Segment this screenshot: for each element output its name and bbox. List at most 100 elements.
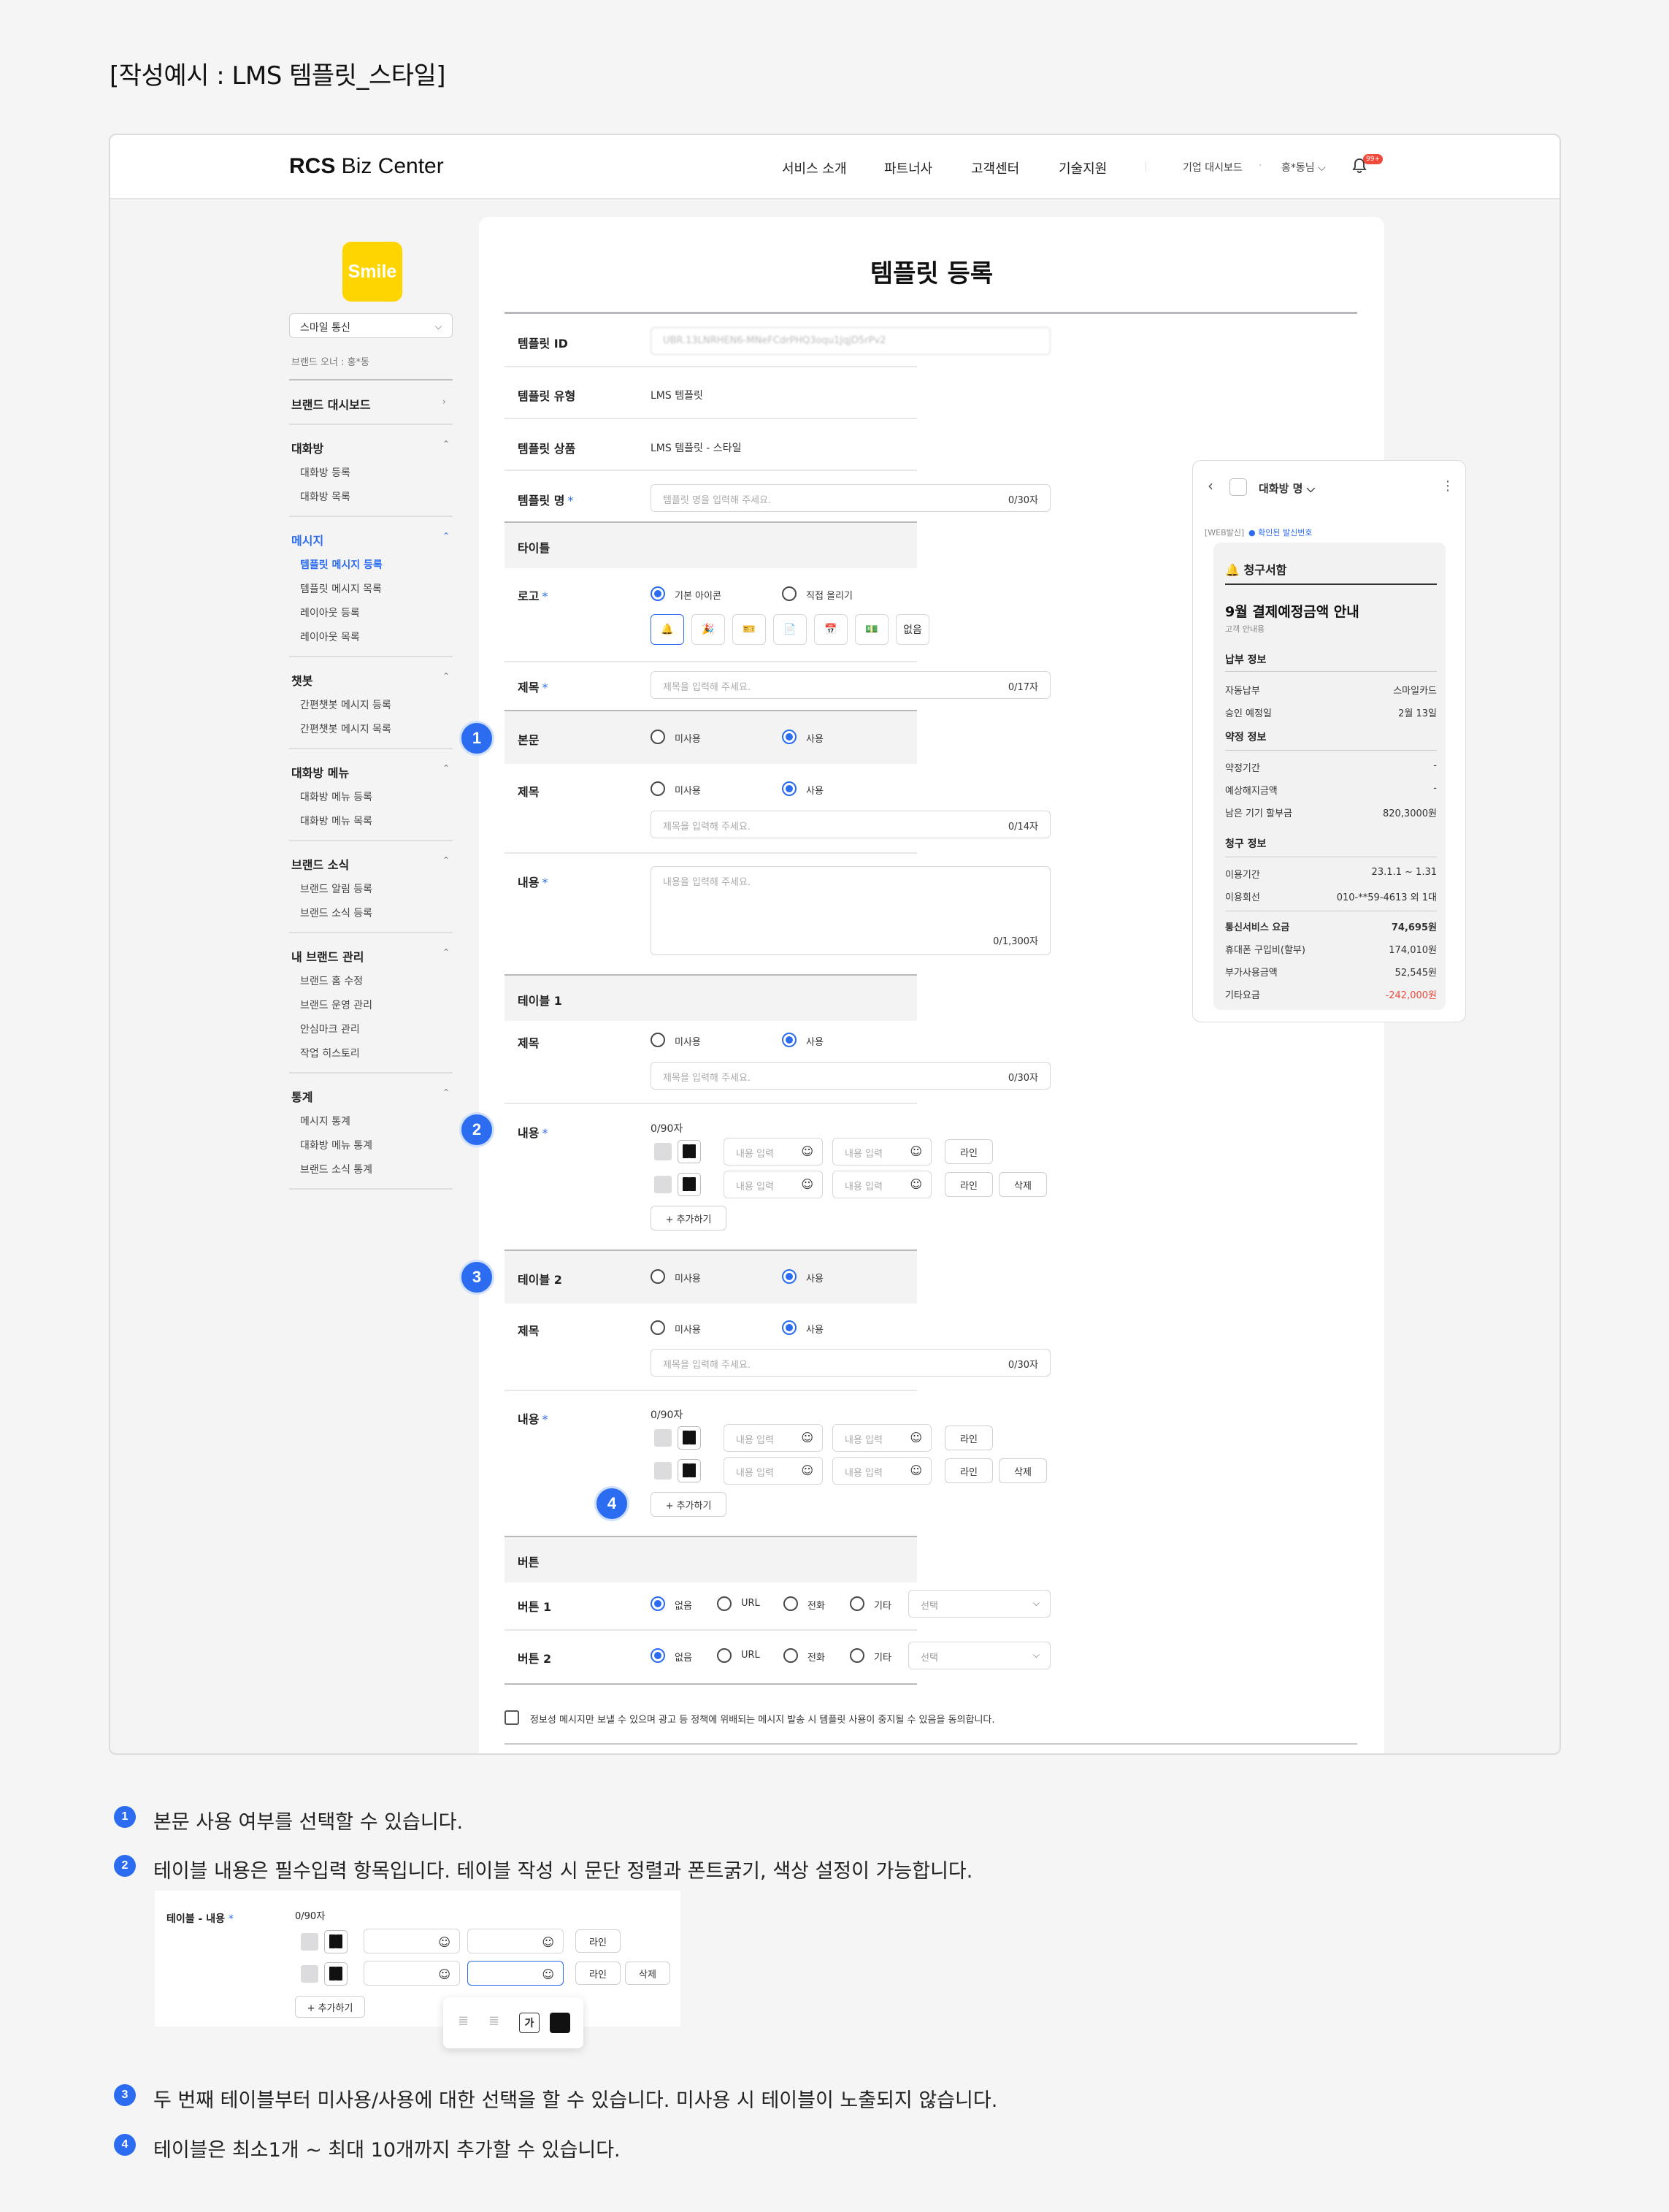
emoji-icon[interactable]: ☺ [801,1431,813,1444]
emoji-icon[interactable]: ☺ [801,1463,813,1477]
table1-subject-unused-radio[interactable] [651,1033,665,1047]
chevron-up-icon[interactable]: ⌃ [442,671,450,681]
agree-checkbox[interactable] [504,1710,519,1725]
money-icon[interactable]: 💵 [855,614,889,645]
cell-input[interactable]: 내용 입력 ☺ [832,1457,932,1485]
emoji-icon[interactable]: ☺ [910,1463,922,1477]
cell-input-focused[interactable]: ☺ [467,1961,564,1986]
sidebar-item[interactable]: 대화방 메뉴 등록 [300,789,372,804]
body-subject-used-radio[interactable] [782,781,797,796]
cell-color-swatch[interactable] [301,1965,318,1983]
room-name[interactable]: 대화방 명 ⌵ [1259,481,1315,496]
sidebar-group-chatbot[interactable]: 챗봇 [291,671,312,689]
sidebar-item[interactable]: 대화방 등록 [300,465,350,480]
cell-input[interactable]: ☺ [364,1961,460,1986]
delete-row-button[interactable]: 삭제 [999,1172,1047,1197]
emoji-icon[interactable]: ☺ [801,1177,813,1191]
brand-select[interactable]: 스마일 통신 ⌵ [289,313,453,338]
sidebar-item[interactable]: 메시지 통계 [300,1114,350,1128]
delete-row-button[interactable]: 삭제 [999,1458,1047,1483]
bell-icon[interactable]: 🔔 [651,614,684,645]
column-layout-icon[interactable] [678,1459,701,1482]
nav-dashboard[interactable]: 기업 대시보드 [1183,160,1243,175]
chevron-up-icon[interactable]: ⌃ [442,531,450,541]
sidebar-group-brand-news[interactable]: 브랜드 소식 [291,855,349,873]
button1-phone-radio[interactable] [783,1596,798,1611]
sidebar-item[interactable]: 브랜드 운영 관리 [300,998,372,1012]
cell-input[interactable]: ☺ [467,1929,564,1953]
sidebar-item[interactable]: 간편챗봇 메시지 등록 [300,697,391,712]
emoji-icon[interactable]: ☺ [910,1177,922,1191]
nav-tech[interactable]: 기술지원 [1059,158,1107,177]
line-button[interactable]: 라인 [575,1962,621,1985]
column-layout-icon[interactable] [678,1140,701,1163]
sidebar-item[interactable]: 브랜드 알림 등록 [300,881,372,896]
cell-input[interactable]: 내용 입력 ☺ [724,1424,823,1452]
cell-input[interactable]: 내용 입력 ☺ [724,1171,823,1198]
ticket-icon[interactable]: 🎫 [732,614,766,645]
button1-select[interactable]: 선택 ⌵ [908,1590,1051,1618]
sidebar-group-chatroom-menu[interactable]: 대화방 메뉴 [291,763,349,781]
emoji-icon[interactable]: ☺ [438,1935,450,1949]
more-icon[interactable]: ⋮ [1441,478,1454,494]
sidebar-item[interactable]: 대화방 메뉴 통계 [300,1138,372,1152]
cell-color-swatch[interactable] [654,1462,672,1480]
align-right-icon[interactable]: ≣ [488,2014,507,2032]
column-layout-icon[interactable] [324,1962,348,1986]
sidebar-item[interactable]: 안심마크 관리 [300,1022,360,1036]
column-layout-icon[interactable] [678,1426,701,1450]
chevron-up-icon[interactable]: ⌃ [442,947,450,957]
sidebar-group-stats[interactable]: 통계 [291,1087,312,1105]
line-button[interactable]: 라인 [945,1172,993,1197]
button2-etc-radio[interactable] [850,1648,864,1663]
cell-color-swatch[interactable] [654,1429,672,1447]
line-button[interactable]: 라인 [575,1929,621,1953]
sidebar-item[interactable]: 대화방 목록 [300,489,350,504]
sidebar-item[interactable]: 레이아웃 등록 [300,605,360,620]
table2-used-radio[interactable] [782,1269,797,1284]
table1-subject-input[interactable]: 제목을 입력해 주세요. 0/30자 [651,1062,1051,1090]
add-row-button[interactable]: + 추가하기 [651,1206,726,1231]
sidebar-item[interactable]: 간편챗봇 메시지 목록 [300,722,391,736]
logo-default-radio[interactable] [651,586,665,601]
table2-subject-used-radio[interactable] [782,1320,797,1335]
cell-input[interactable]: 내용 입력 ☺ [724,1457,823,1485]
button2-url-radio[interactable] [717,1648,732,1663]
button2-phone-radio[interactable] [783,1648,798,1663]
cell-input[interactable]: 내용 입력 ☺ [724,1138,823,1166]
cell-color-swatch[interactable] [654,1143,672,1160]
column-layout-icon[interactable] [324,1930,348,1953]
chevron-up-icon[interactable]: ⌃ [442,855,450,865]
sidebar-item[interactable]: 브랜드 소식 통계 [300,1162,372,1176]
button1-none-radio[interactable] [651,1596,665,1611]
sidebar-group-chatroom[interactable]: 대화방 [291,439,323,456]
emoji-icon[interactable]: ☺ [542,1935,554,1949]
add-row-button[interactable]: + 추가하기 [295,1996,365,2018]
button1-url-radio[interactable] [717,1596,732,1611]
align-left-icon[interactable]: ≣ [458,2014,477,2032]
sidebar-group-message[interactable]: 메시지 [291,531,323,548]
content-textarea[interactable]: 내용을 입력해 주세요. 0/1,300자 [651,866,1051,955]
cell-color-swatch[interactable] [301,1933,318,1951]
party-icon[interactable]: 🎉 [691,614,725,645]
add-row-button[interactable]: + 추가하기 [651,1492,726,1517]
cell-input[interactable]: 내용 입력 ☺ [832,1171,932,1198]
body-unused-radio[interactable] [651,730,665,744]
nav-service[interactable]: 서비스 소개 [782,158,847,177]
sidebar-item[interactable]: 대화방 메뉴 목록 [300,814,372,828]
chevron-up-icon[interactable]: ⌃ [442,439,450,449]
delete-row-button[interactable]: 삭제 [625,1962,670,1985]
line-button[interactable]: 라인 [945,1139,993,1164]
document-icon[interactable]: 📄 [773,614,807,645]
chevron-up-icon[interactable]: ⌃ [442,1087,450,1098]
site-logo[interactable]: RCS Biz Center [289,154,444,179]
sidebar-item-active[interactable]: 템플릿 메시지 등록 [300,557,383,572]
button2-select[interactable]: 선택 ⌵ [908,1642,1051,1669]
emoji-icon[interactable]: ☺ [910,1431,922,1444]
user-menu[interactable]: 홍*동님 ⌵ [1281,160,1326,175]
sidebar-item[interactable]: 브랜드 홈 수정 [300,973,363,988]
nav-partner[interactable]: 파트너사 [884,158,932,177]
sidebar-item[interactable]: 템플릿 메시지 목록 [300,581,382,596]
cell-input[interactable]: ☺ [364,1929,460,1953]
emoji-icon[interactable]: ☺ [910,1144,922,1158]
